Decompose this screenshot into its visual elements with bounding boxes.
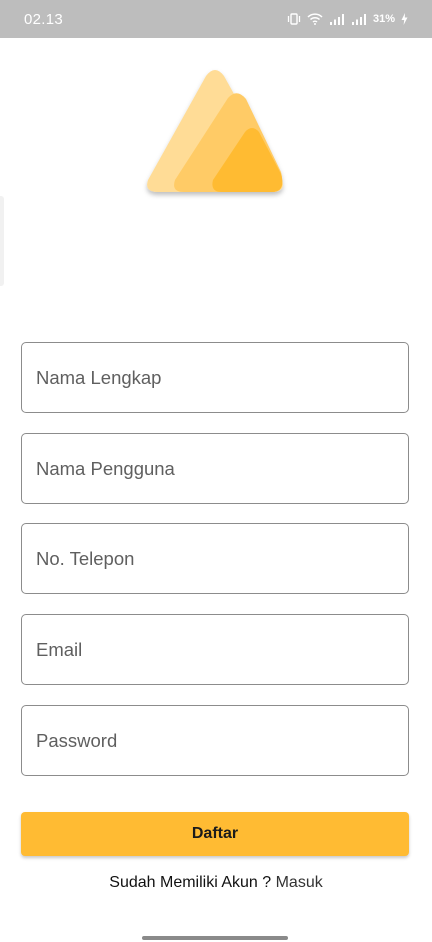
full-name-field[interactable]: [21, 342, 409, 413]
gesture-navigation-bar[interactable]: [142, 936, 288, 940]
wifi-icon: [307, 13, 323, 25]
vibrate-icon: [287, 13, 301, 25]
triangle-logo-icon: [147, 70, 283, 192]
full-name-input[interactable]: [22, 343, 408, 412]
login-link[interactable]: Masuk: [276, 874, 323, 891]
edge-handle[interactable]: [0, 196, 4, 286]
username-field[interactable]: [21, 433, 409, 504]
password-input[interactable]: [22, 706, 408, 775]
app-logo: [140, 66, 290, 206]
signal-icon: [351, 13, 367, 25]
login-prompt: Sudah Memiliki Akun ? Masuk: [0, 874, 432, 892]
status-bar: 02.13 31%: [0, 0, 432, 38]
email-input[interactable]: [22, 615, 408, 684]
register-button[interactable]: Daftar: [21, 812, 409, 856]
signal-icon: [329, 13, 345, 25]
password-field[interactable]: [21, 705, 409, 776]
register-screen: 02.13 31% Nama Lengkap Nama Pengguna No.…: [0, 0, 432, 942]
phone-field[interactable]: [21, 523, 409, 594]
email-field[interactable]: [21, 614, 409, 685]
phone-input[interactable]: [22, 524, 408, 593]
username-input[interactable]: [22, 434, 408, 503]
battery-percentage: 31%: [372, 13, 395, 25]
login-prompt-text: Sudah Memiliki Akun ?: [109, 874, 276, 891]
status-icons: 31%: [287, 13, 408, 25]
battery-charging-icon: [401, 13, 408, 25]
status-time: 02.13: [24, 10, 64, 28]
